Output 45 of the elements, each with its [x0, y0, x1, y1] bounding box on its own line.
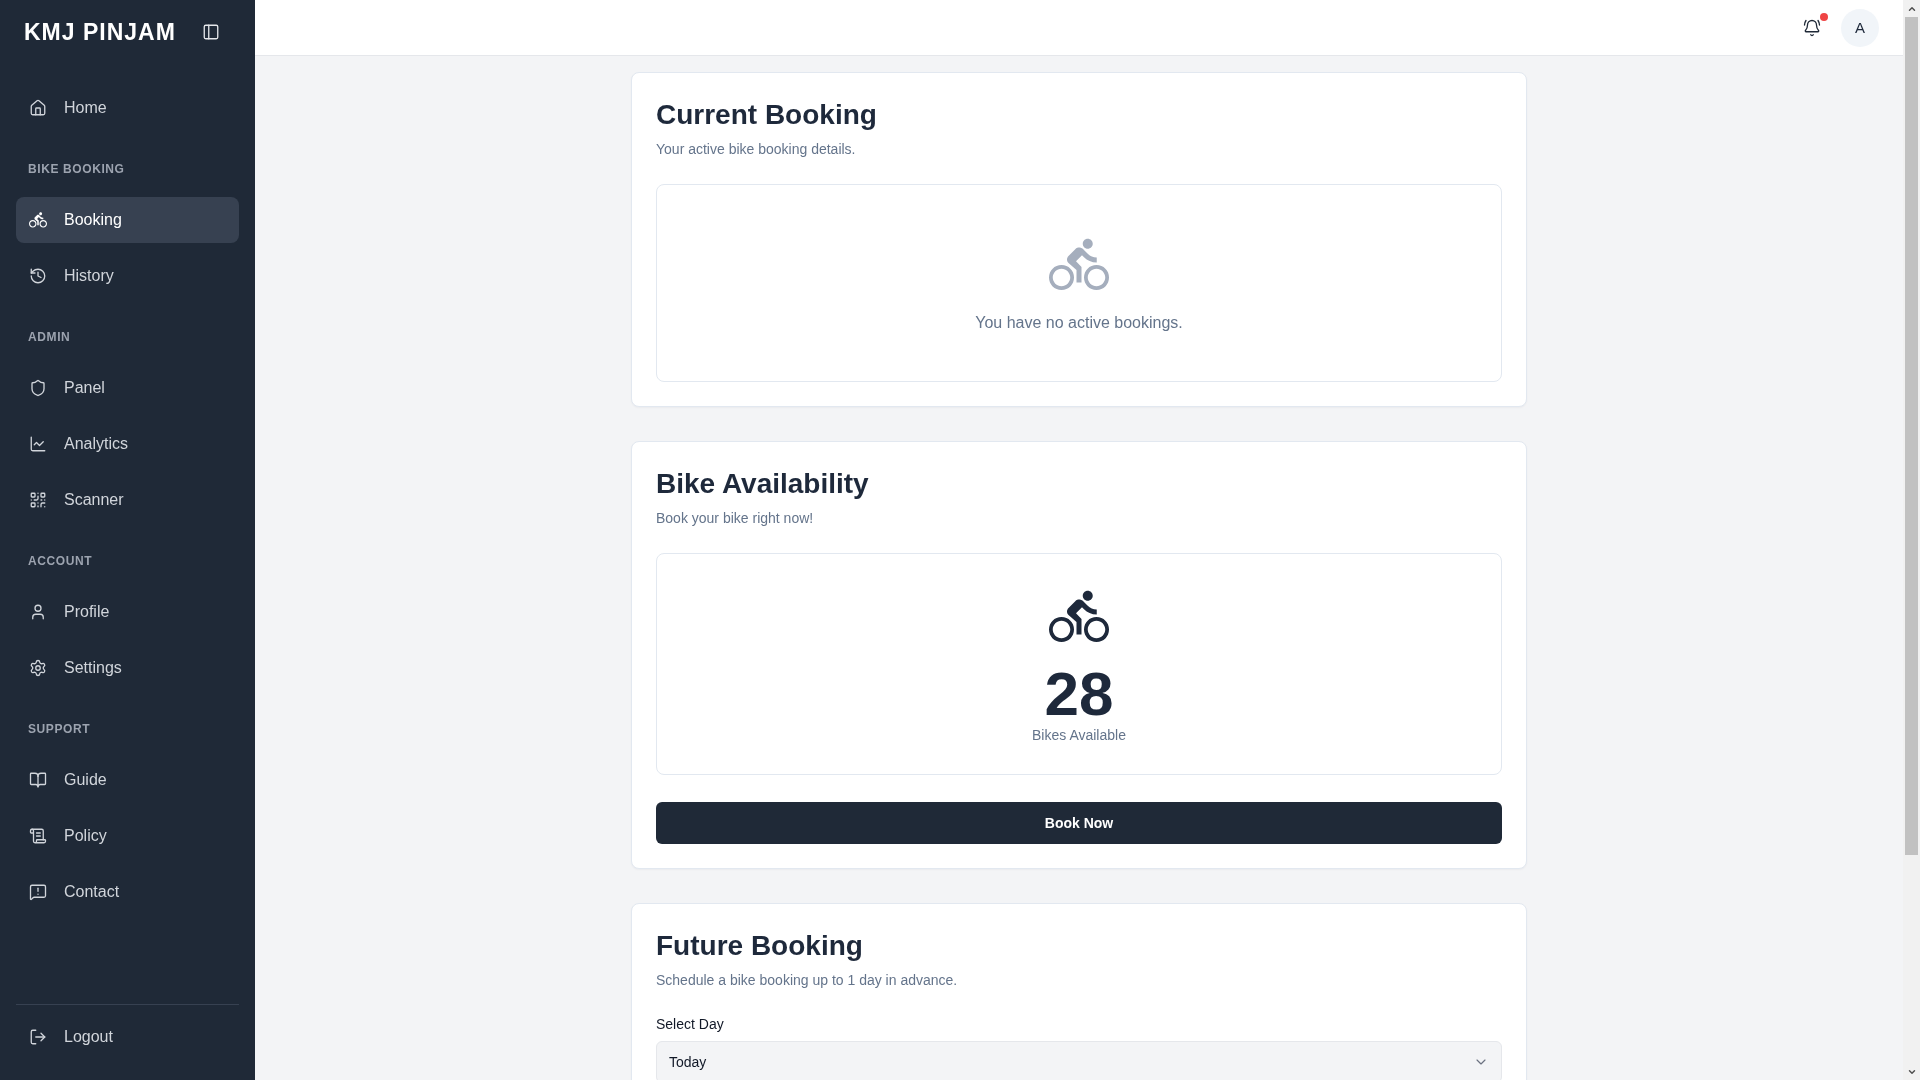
nav-section-label: BIKE BOOKING: [28, 161, 125, 177]
shield-icon: [29, 379, 47, 397]
qr-code-icon: [29, 491, 47, 509]
count-label: Bikes Available: [1032, 726, 1126, 745]
logout-button[interactable]: Logout: [16, 1014, 239, 1060]
nav-item[interactable]: Contact: [16, 869, 239, 915]
nav-item[interactable]: History: [16, 253, 239, 299]
avatar[interactable]: A: [1841, 8, 1879, 47]
line-chart-icon: [29, 435, 47, 453]
scrollbar-thumb[interactable]: [1905, 17, 1918, 855]
book-now-button[interactable]: Book Now: [656, 802, 1502, 844]
nav-section-label: ACCOUNT: [28, 553, 93, 569]
book-icon: [29, 771, 47, 789]
day-select[interactable]: Today: [656, 1041, 1502, 1080]
nav-item[interactable]: Policy: [16, 813, 239, 859]
field-label: Select Day: [656, 1015, 724, 1034]
card-subtitle: Your active bike booking details.: [656, 140, 856, 159]
scroll-icon: [29, 827, 47, 845]
cyclist-icon: [29, 211, 47, 229]
nav-section-label: ADMIN: [28, 329, 71, 345]
app-logo: KMJ PINJAM: [24, 18, 176, 46]
nav-item[interactable]: Booking: [16, 197, 239, 243]
nav-item[interactable]: Guide: [16, 757, 239, 803]
message-alert-icon: [29, 883, 47, 901]
card-title: Bike Availability: [656, 467, 869, 501]
nav-item[interactable]: Scanner: [16, 477, 239, 523]
nav-item[interactable]: Panel: [16, 365, 239, 411]
logout-icon: [29, 1028, 47, 1046]
history-icon: [29, 267, 47, 285]
home-icon: [29, 99, 47, 117]
empty-message: You have no active bookings.: [975, 313, 1183, 333]
nav-item[interactable]: Home: [16, 85, 239, 131]
settings-icon: [29, 659, 47, 677]
card-title: Future Booking: [656, 929, 863, 963]
panel-left-icon[interactable]: [202, 23, 220, 41]
bike-count: 28: [1044, 663, 1114, 725]
nav-item[interactable]: Profile: [16, 589, 239, 635]
nav-item[interactable]: Analytics: [16, 421, 239, 467]
nav-item[interactable]: Settings: [16, 645, 239, 691]
nav-section-label: SUPPORT: [28, 721, 91, 737]
user-icon: [29, 603, 47, 621]
card-subtitle: Book your bike right now!: [656, 509, 814, 528]
bell-icon[interactable]: [1803, 18, 1821, 37]
card-subtitle: Schedule a bike booking up to 1 day in advance.: [656, 971, 958, 990]
card-title: Current Booking: [656, 98, 877, 132]
